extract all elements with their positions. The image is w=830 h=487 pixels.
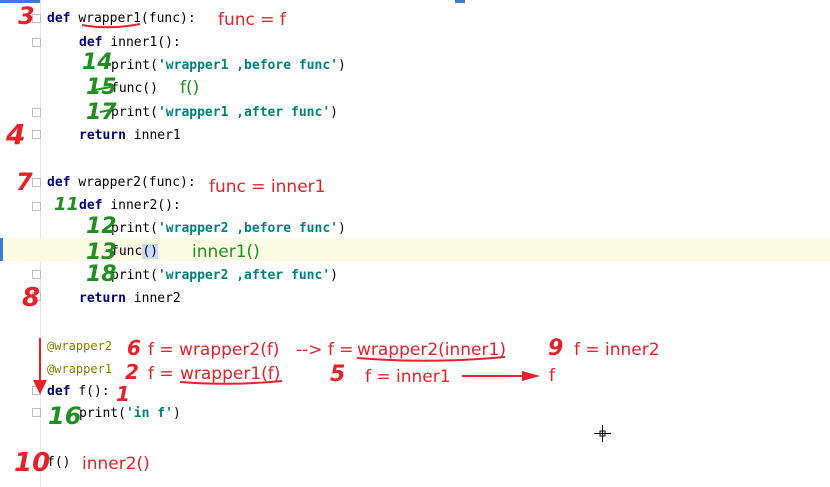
arrow-right-head (522, 371, 540, 381)
arrow-down-head (33, 379, 47, 395)
underline-stroke (179, 380, 283, 385)
annotation-strokes (33, 23, 540, 395)
crosshair-cursor-icon (594, 425, 611, 442)
connector-stroke (94, 86, 111, 91)
underline-stroke (81, 23, 141, 29)
connector-stroke (99, 109, 111, 113)
underline-stroke (356, 356, 506, 362)
